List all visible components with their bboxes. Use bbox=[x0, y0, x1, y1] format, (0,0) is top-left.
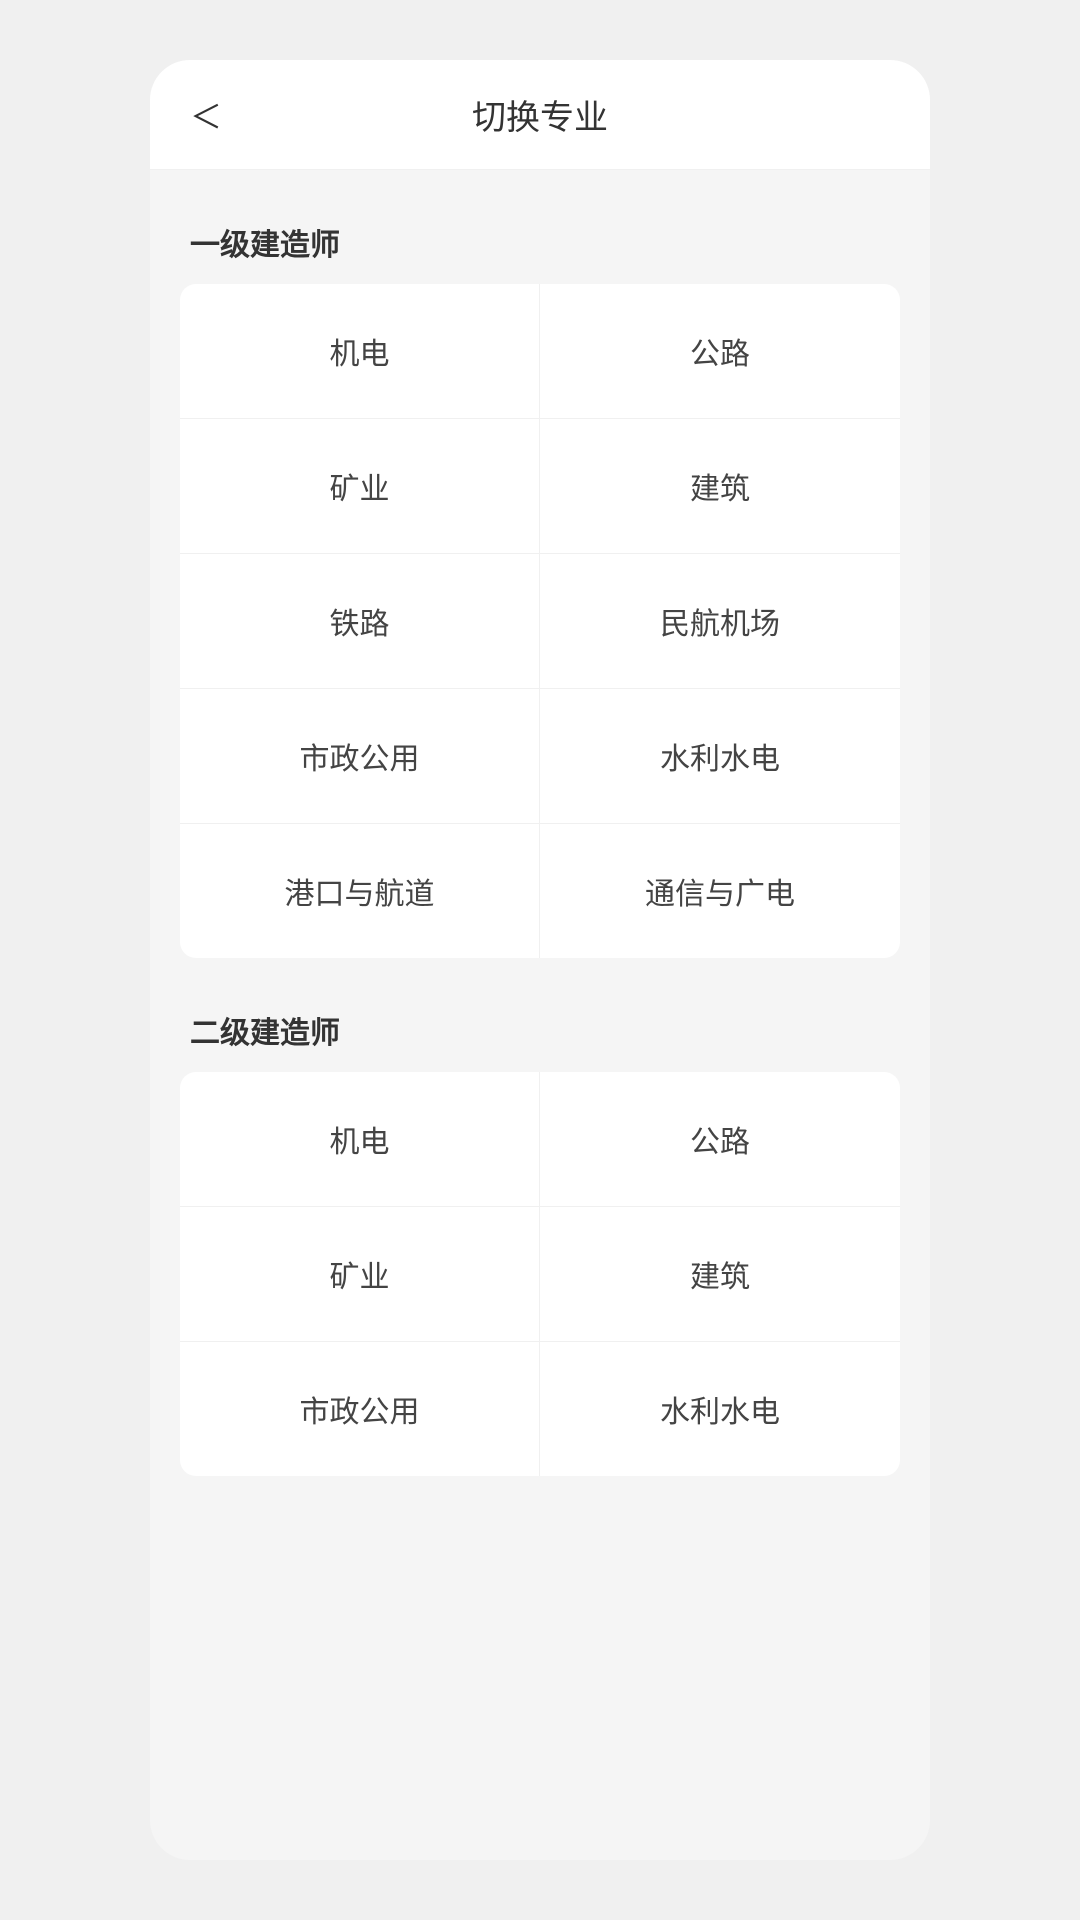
card-level1: 机电公路矿业建筑铁路民航机场市政公用水利水电港口与航道通信与广电 bbox=[180, 284, 900, 958]
section-title-level1: 一级建造师 bbox=[180, 190, 900, 284]
header: ＜ 切换专业 bbox=[150, 60, 930, 170]
phone-container: ＜ 切换专业 一级建造师机电公路矿业建筑铁路民航机场市政公用水利水电港口与航道通… bbox=[150, 60, 930, 1860]
grid-item-level1-4-0[interactable]: 港口与航道 bbox=[180, 824, 540, 958]
page-title: 切换专业 bbox=[472, 90, 608, 139]
grid-item-level1-2-1[interactable]: 民航机场 bbox=[540, 554, 900, 688]
grid-row-level2-1: 矿业建筑 bbox=[180, 1207, 900, 1342]
grid-row-level2-2: 市政公用水利水电 bbox=[180, 1342, 900, 1476]
content: 一级建造师机电公路矿业建筑铁路民航机场市政公用水利水电港口与航道通信与广电二级建… bbox=[150, 170, 930, 1516]
grid-row-level1-0: 机电公路 bbox=[180, 284, 900, 419]
back-icon: ＜ bbox=[190, 92, 222, 138]
grid-item-level1-1-1[interactable]: 建筑 bbox=[540, 419, 900, 553]
section-level2: 二级建造师机电公路矿业建筑市政公用水利水电 bbox=[180, 978, 900, 1476]
grid-item-level2-1-1[interactable]: 建筑 bbox=[540, 1207, 900, 1341]
grid-row-level1-4: 港口与航道通信与广电 bbox=[180, 824, 900, 958]
card-level2: 机电公路矿业建筑市政公用水利水电 bbox=[180, 1072, 900, 1476]
grid-item-level1-0-0[interactable]: 机电 bbox=[180, 284, 540, 418]
grid-row-level1-2: 铁路民航机场 bbox=[180, 554, 900, 689]
grid-item-level2-2-0[interactable]: 市政公用 bbox=[180, 1342, 540, 1476]
grid-row-level1-1: 矿业建筑 bbox=[180, 419, 900, 554]
grid-item-level1-3-1[interactable]: 水利水电 bbox=[540, 689, 900, 823]
section-title-level2: 二级建造师 bbox=[180, 978, 900, 1072]
grid-item-level2-0-0[interactable]: 机电 bbox=[180, 1072, 540, 1206]
grid-row-level2-0: 机电公路 bbox=[180, 1072, 900, 1207]
grid-item-level2-2-1[interactable]: 水利水电 bbox=[540, 1342, 900, 1476]
page: ＜ 切换专业 一级建造师机电公路矿业建筑铁路民航机场市政公用水利水电港口与航道通… bbox=[150, 60, 930, 1556]
grid-item-level1-1-0[interactable]: 矿业 bbox=[180, 419, 540, 553]
grid-item-level1-2-0[interactable]: 铁路 bbox=[180, 554, 540, 688]
grid-item-level1-0-1[interactable]: 公路 bbox=[540, 284, 900, 418]
grid-item-level2-1-0[interactable]: 矿业 bbox=[180, 1207, 540, 1341]
grid-row-level1-3: 市政公用水利水电 bbox=[180, 689, 900, 824]
grid-item-level1-3-0[interactable]: 市政公用 bbox=[180, 689, 540, 823]
grid-item-level2-0-1[interactable]: 公路 bbox=[540, 1072, 900, 1206]
back-button[interactable]: ＜ bbox=[190, 92, 222, 138]
grid-item-level1-4-1[interactable]: 通信与广电 bbox=[540, 824, 900, 958]
section-level1: 一级建造师机电公路矿业建筑铁路民航机场市政公用水利水电港口与航道通信与广电 bbox=[180, 190, 900, 958]
